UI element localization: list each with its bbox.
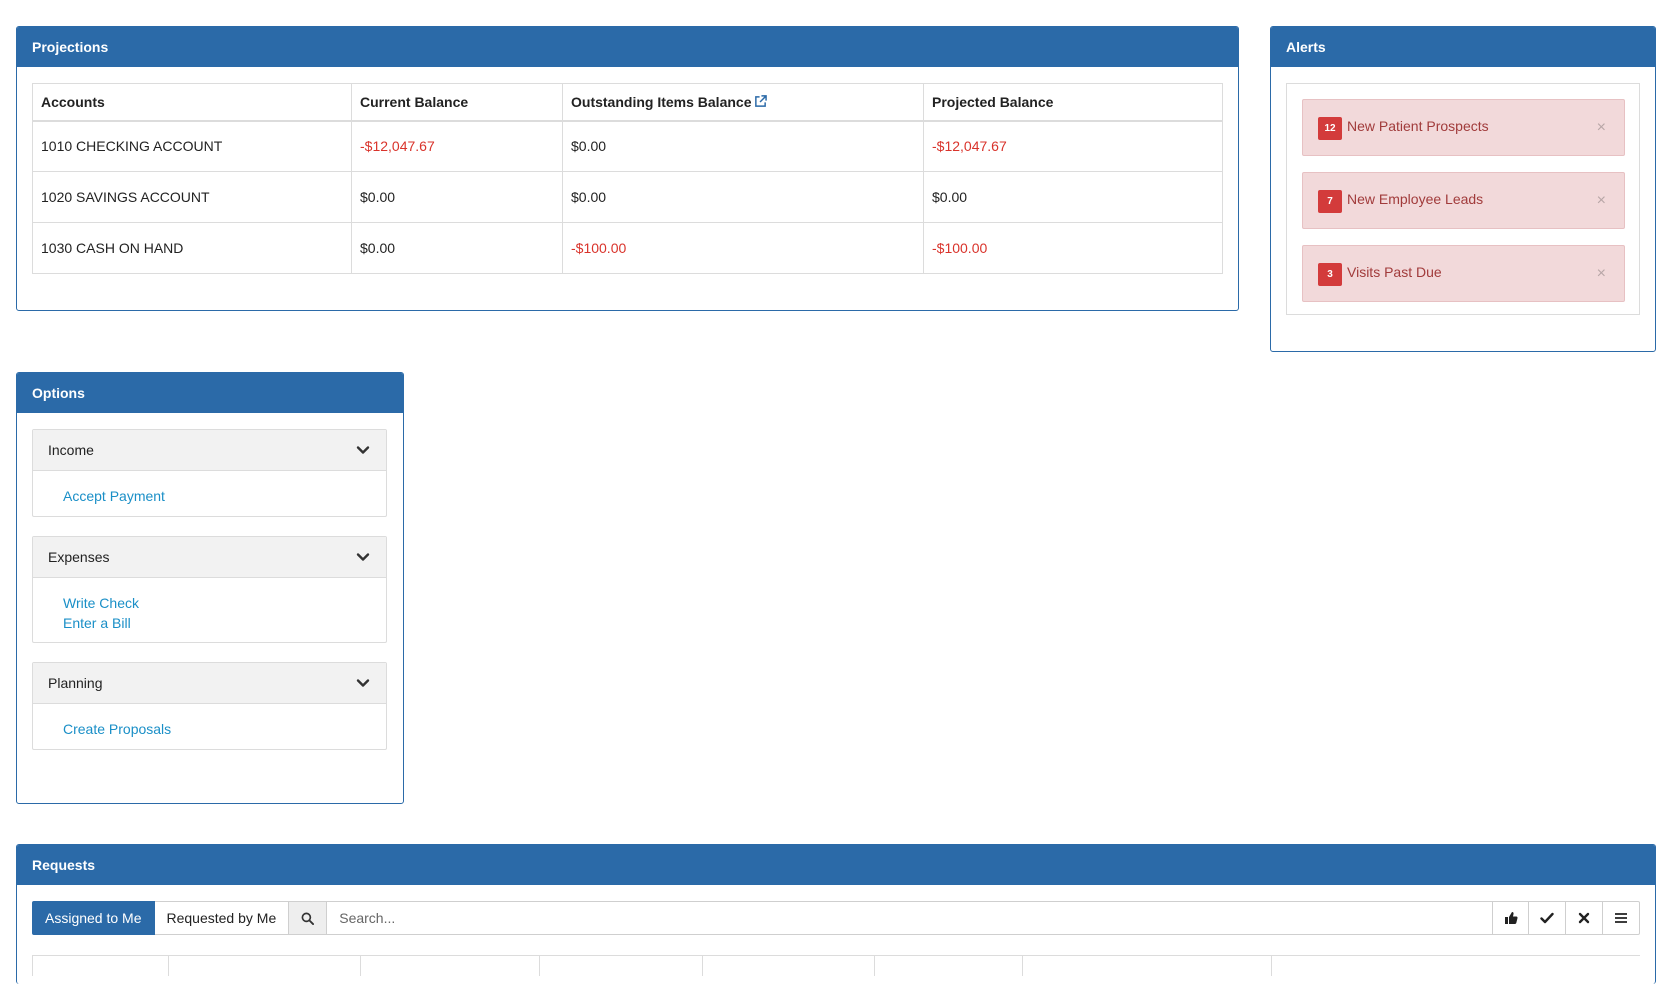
- external-link-icon[interactable]: [754, 94, 768, 108]
- outstanding-balance: $0.00: [562, 120, 924, 172]
- menu-button[interactable]: [1603, 901, 1640, 935]
- search-icon: [301, 912, 315, 925]
- current-balance: $0.00: [351, 171, 563, 223]
- projections-table: Accounts Current Balance Outstanding Ite…: [32, 83, 1223, 274]
- projections-panel: Projections Accounts Current Balance Out…: [16, 26, 1239, 311]
- menu-icon: [1615, 913, 1627, 923]
- requests-toolbar: Assigned to Me Requested by Me: [32, 901, 1640, 935]
- accordion-income: Income Accept Payment: [32, 429, 387, 517]
- chevron-down-icon: [356, 553, 370, 561]
- accordion-planning: Planning Create Proposals: [32, 662, 387, 750]
- col-outstanding-balance: Outstanding Items Balance: [562, 83, 924, 122]
- options-panel: Options Income Accept Payment Expenses W…: [16, 372, 404, 804]
- accordion-header-income[interactable]: Income: [33, 430, 386, 471]
- write-check-link[interactable]: Write Check: [63, 593, 386, 613]
- table-row: 1030 CASH ON HAND $0.00 -$100.00 -$100.0…: [32, 222, 1223, 274]
- current-balance: $0.00: [351, 222, 563, 274]
- tab-requested-by-me[interactable]: Requested by Me: [154, 901, 290, 935]
- outstanding-balance: $0.00: [562, 171, 924, 223]
- alerts-title: Alerts: [1271, 27, 1655, 67]
- alert-new-employee-leads[interactable]: 7 New Employee Leads ×: [1302, 172, 1625, 229]
- accept-payment-link[interactable]: Accept Payment: [63, 486, 386, 506]
- search-button[interactable]: [289, 901, 328, 935]
- thumbs-up-icon: [1504, 912, 1518, 924]
- accordion-header-expenses[interactable]: Expenses: [33, 537, 386, 578]
- table-row: 1010 CHECKING ACCOUNT -$12,047.67 $0.00 …: [32, 120, 1223, 172]
- check-icon: [1540, 912, 1554, 924]
- account-name: 1020 SAVINGS ACCOUNT: [32, 171, 352, 223]
- col-outstanding-label: Outstanding Items Balance: [571, 93, 752, 110]
- tab-assigned-to-me[interactable]: Assigned to Me: [32, 901, 155, 935]
- alert-count-badge: 12: [1318, 117, 1342, 140]
- requests-table-header: [32, 955, 1640, 976]
- alert-visits-past-due[interactable]: 3 Visits Past Due ×: [1302, 245, 1625, 302]
- col-accounts: Accounts: [32, 83, 352, 122]
- projected-balance: -$100.00: [923, 222, 1223, 274]
- alert-count-badge: 7: [1318, 190, 1342, 213]
- requests-title: Requests: [17, 845, 1655, 885]
- chevron-down-icon: [356, 446, 370, 454]
- alert-new-patient-prospects[interactable]: 12 New Patient Prospects ×: [1302, 99, 1625, 156]
- enter-bill-link[interactable]: Enter a Bill: [63, 613, 386, 633]
- current-balance: -$12,047.67: [351, 120, 563, 172]
- approve-button[interactable]: [1492, 901, 1529, 935]
- options-title: Options: [17, 373, 403, 413]
- alert-label[interactable]: New Employee Leads: [1347, 190, 1483, 208]
- close-icon[interactable]: ×: [1597, 191, 1606, 211]
- table-row: 1020 SAVINGS ACCOUNT $0.00 $0.00 $0.00: [32, 171, 1223, 223]
- alert-label[interactable]: New Patient Prospects: [1347, 117, 1489, 135]
- chevron-down-icon: [356, 679, 370, 687]
- accordion-expenses: Expenses Write Check Enter a Bill: [32, 536, 387, 643]
- accordion-label: Income: [48, 442, 94, 458]
- projections-title: Projections: [17, 27, 1238, 67]
- reject-button[interactable]: [1566, 901, 1603, 935]
- account-name: 1030 CASH ON HAND: [32, 222, 352, 274]
- search-input[interactable]: [327, 901, 1492, 935]
- projected-balance: -$12,047.67: [923, 120, 1223, 172]
- col-current-balance: Current Balance: [351, 83, 563, 122]
- close-icon[interactable]: ×: [1597, 118, 1606, 138]
- alert-label[interactable]: Visits Past Due: [1347, 263, 1442, 281]
- accordion-header-planning[interactable]: Planning: [33, 663, 386, 704]
- accordion-label: Planning: [48, 675, 103, 691]
- complete-button[interactable]: [1529, 901, 1566, 935]
- alert-count-badge: 3: [1318, 263, 1342, 286]
- outstanding-balance: -$100.00: [562, 222, 924, 274]
- close-icon[interactable]: ×: [1597, 264, 1606, 284]
- account-name: 1010 CHECKING ACCOUNT: [32, 120, 352, 172]
- alerts-panel: Alerts 12 New Patient Prospects × 7 New …: [1270, 26, 1656, 352]
- requests-panel: Requests Assigned to Me Requested by Me: [16, 844, 1656, 984]
- alerts-list: 12 New Patient Prospects × 7 New Employe…: [1286, 83, 1640, 315]
- col-projected-balance: Projected Balance: [923, 83, 1223, 122]
- close-icon: [1578, 912, 1590, 924]
- accordion-label: Expenses: [48, 549, 110, 565]
- create-proposals-link[interactable]: Create Proposals: [63, 719, 386, 739]
- projected-balance: $0.00: [923, 171, 1223, 223]
